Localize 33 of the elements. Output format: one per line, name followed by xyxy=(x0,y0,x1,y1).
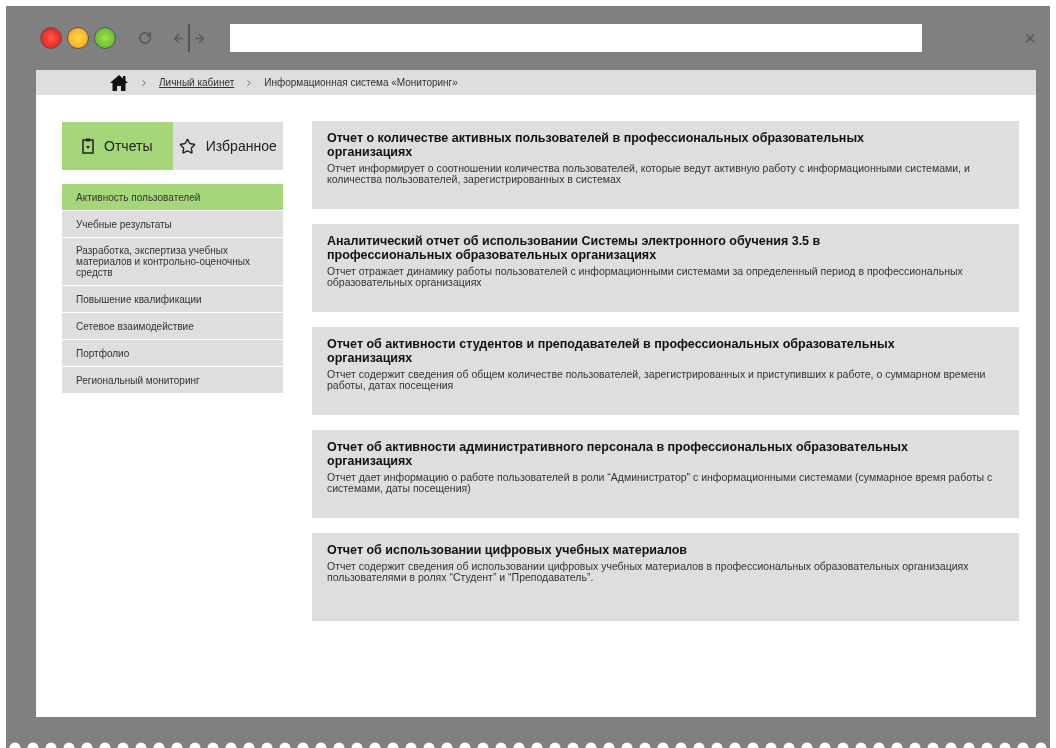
address-field[interactable] xyxy=(230,24,922,52)
sidebar-menu-item[interactable]: Активность пользователей xyxy=(62,184,283,210)
sidebar-tab[interactable]: Избранное xyxy=(172,122,283,170)
sidebar-menu-item[interactable]: Сетевое взаимодействие xyxy=(62,313,283,339)
sidebar-menu-item[interactable]: Повышение квалификации xyxy=(62,286,283,312)
report-title[interactable]: Отчет об активности административного персонала в профессиональных образовательных организациях xyxy=(327,440,1004,468)
report-card[interactable] xyxy=(312,533,1019,621)
sidebar-menu-item[interactable]: Региональный мониторинг xyxy=(62,367,283,393)
report-description: Отчет информирует о соотношении количества пользователей, которые ведут активную работу с информационными системами, и количества пользователей, зарегистрированных в системах xyxy=(327,163,971,185)
report-card[interactable] xyxy=(312,430,1019,518)
report-description: Отчет дает информацию о работе пользователей в роли “Администратор” с информационными системами (суммарное время работы с системами, даты посещения) xyxy=(327,472,994,494)
report-description: Отчет содержит сведения об использовании цифровых учебных материалов в профессиональных образовательных организациях пользователями в ролях “Студент” и “Преподаватель”. xyxy=(327,561,970,583)
report-title[interactable]: Аналитический отчет об использовании Системы электронного обучения 3.5 в профессиональных образовательных организациях xyxy=(327,234,1004,262)
report-title[interactable]: Отчет о количестве активных пользователей в профессиональных образовательных организациях xyxy=(327,131,1004,159)
report-card[interactable] xyxy=(312,224,1019,312)
breadcrumb-link[interactable]: Личный кабинет xyxy=(159,75,235,90)
report-title[interactable]: Отчет об использовании цифровых учебных материалов xyxy=(327,543,1004,557)
sidebar-tab[interactable]: Отчеты xyxy=(62,122,173,170)
sidebar-menu-item[interactable]: Портфолио xyxy=(62,340,283,366)
maximize-window-button[interactable] xyxy=(94,27,116,49)
report-title[interactable]: Отчет об активности студентов и преподавателей в профессиональных образовательных организациях xyxy=(327,337,1004,365)
breadcrumb-current: Информационная система «Мониторинг» xyxy=(264,76,458,90)
chevron-icon xyxy=(139,77,149,88)
report-card[interactable] xyxy=(312,327,1019,415)
sidebar-menu-item[interactable]: Разработка, экспертиза учебных материалов и контрольно-оценочных средств xyxy=(62,238,283,285)
star-icon xyxy=(178,137,196,155)
home-icon[interactable] xyxy=(109,73,129,92)
minimize-window-button[interactable] xyxy=(67,27,89,49)
report-description: Отчет содержит сведения об общем количестве пользователей, зарегистрированных и приступивших к работе, о суммарном времени работы, датах посещения xyxy=(327,369,987,391)
sidebar-menu-item[interactable]: Учебные результаты xyxy=(62,211,283,237)
report-description: Отчет отражает динамику работы пользователей с информационными системами за определенный период в профессиональных образовательных организациях xyxy=(327,266,964,288)
document-icon xyxy=(82,138,95,154)
report-card[interactable] xyxy=(312,121,1019,209)
